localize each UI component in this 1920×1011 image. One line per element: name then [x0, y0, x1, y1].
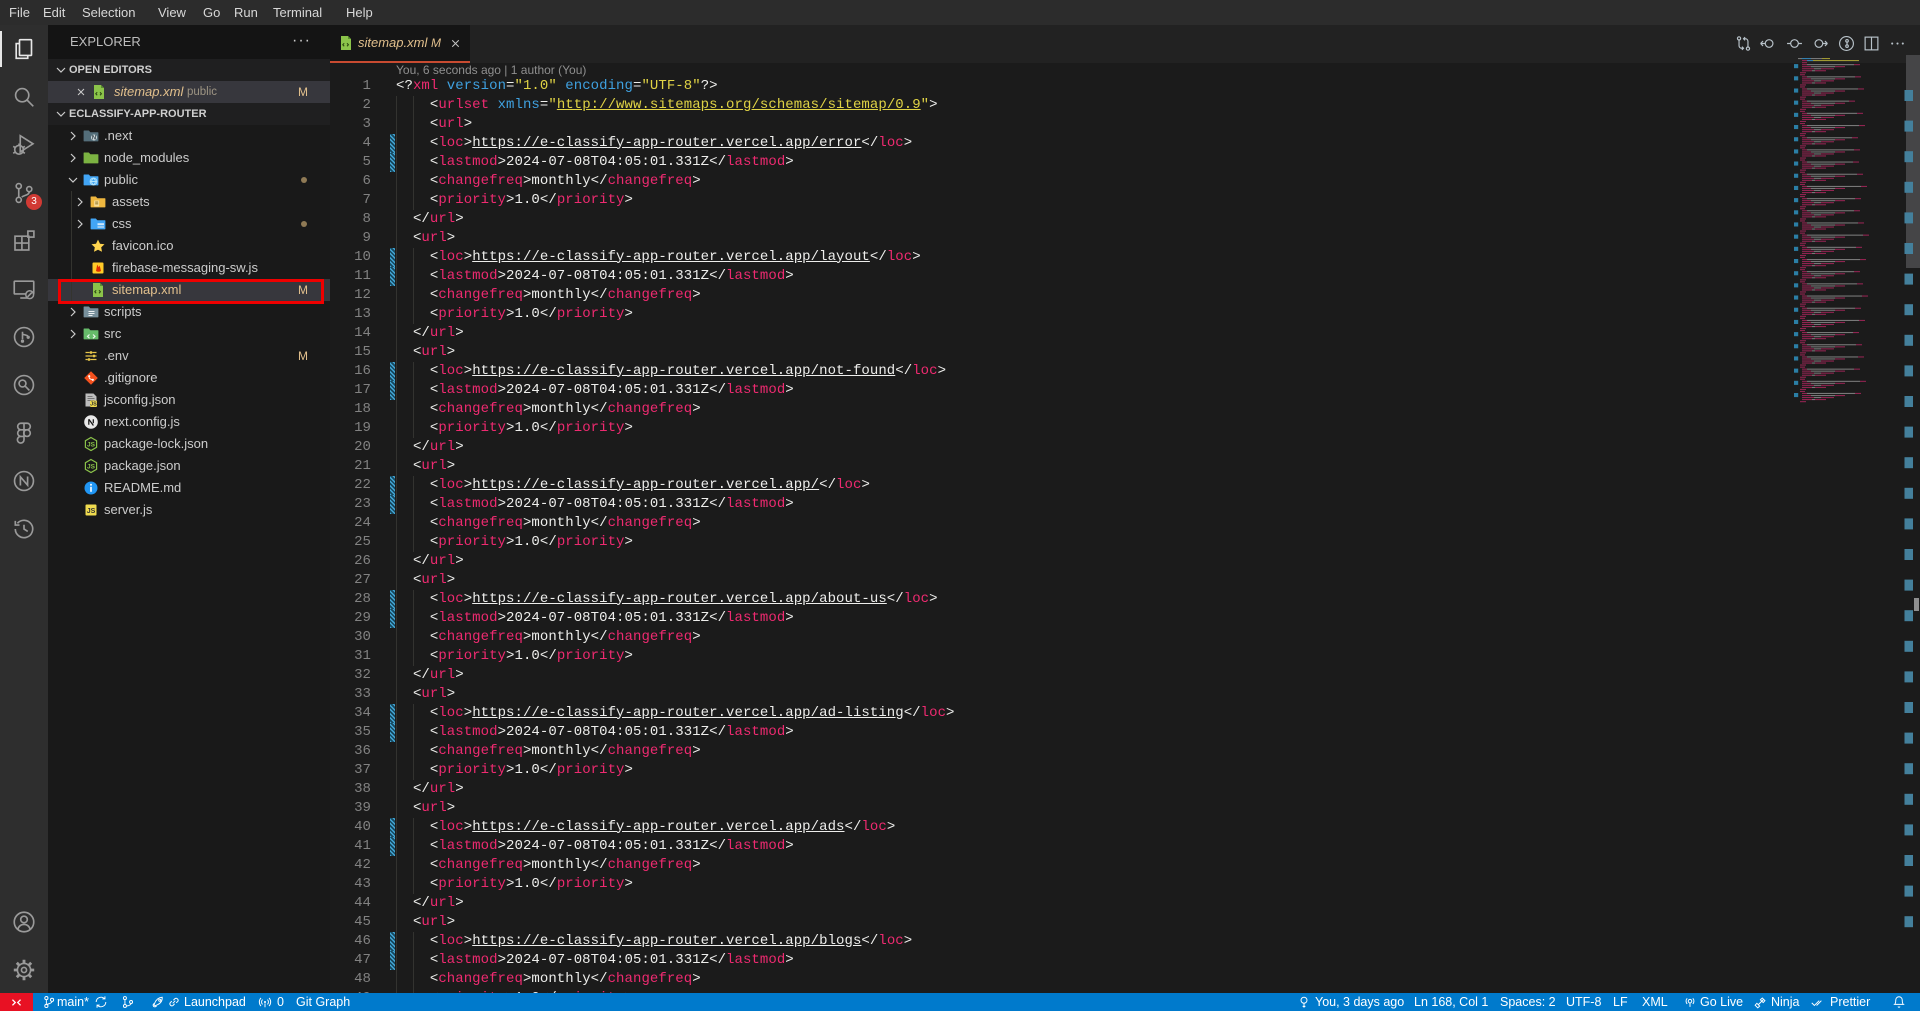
svg-text:JS: JS [87, 442, 96, 449]
svg-text:JS: JS [90, 402, 97, 408]
svg-text:N: N [92, 136, 96, 142]
svg-text:JS: JS [87, 508, 96, 515]
svg-text:JS: JS [87, 464, 96, 471]
